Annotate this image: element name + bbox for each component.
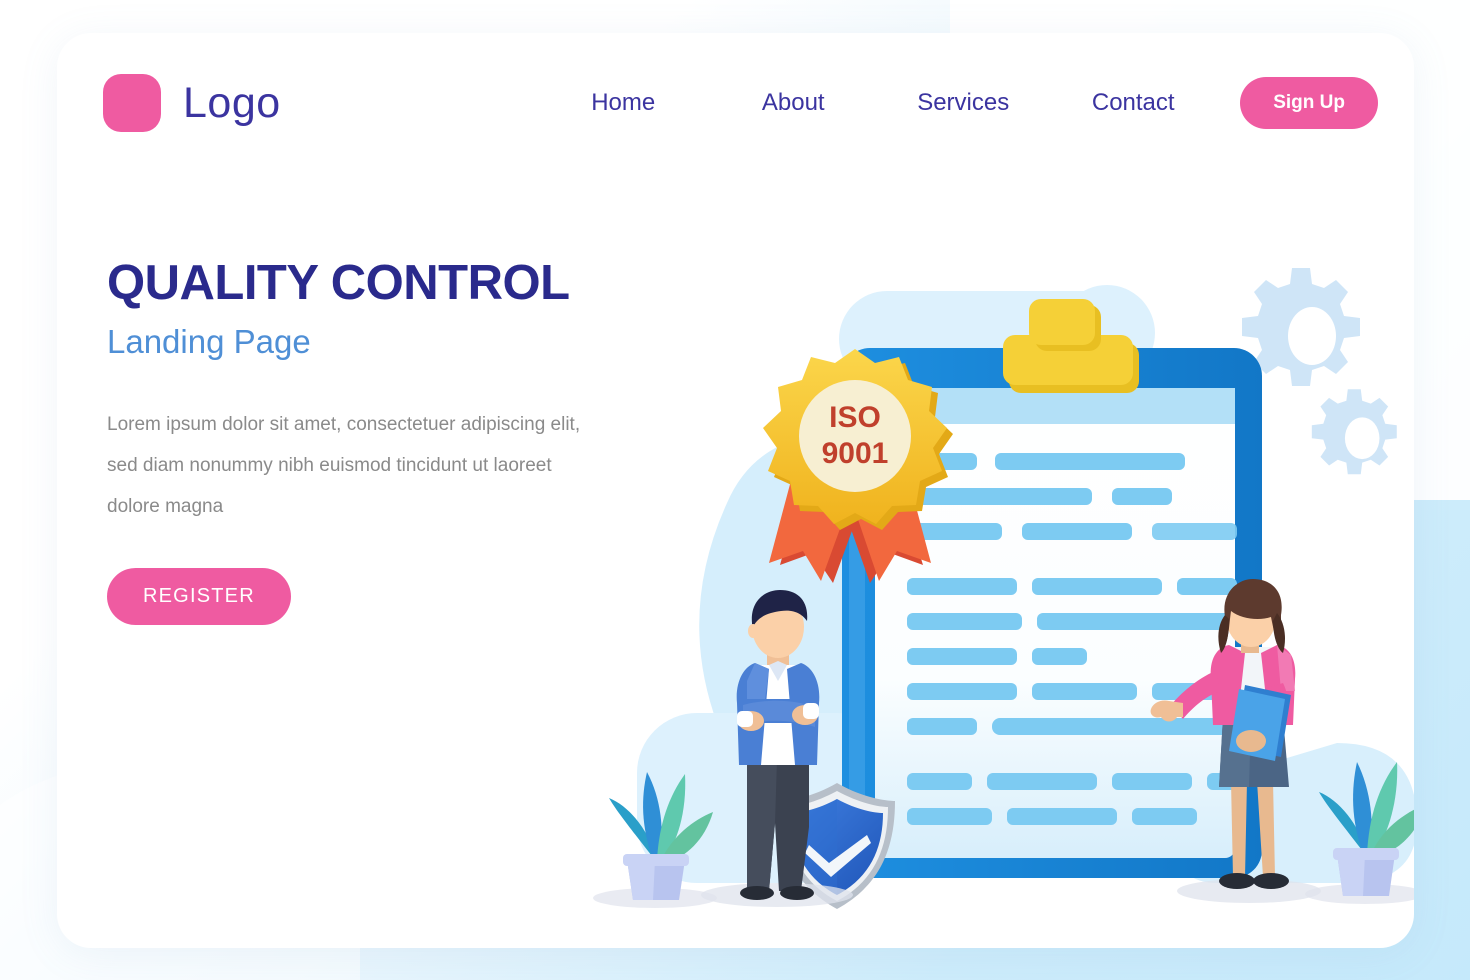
nav-link-home[interactable]: Home [538,89,708,117]
nav-link-services[interactable]: Services [878,89,1048,117]
nav-link-contact[interactable]: Contact [1048,89,1218,117]
register-button[interactable]: REGISTER [107,567,291,625]
hero-description: Lorem ipsum dolor sit amet, consectetuer… [107,414,581,518]
brand[interactable]: Logo [103,74,281,132]
badge-line-2: 9001 [822,437,889,470]
landing-page-card: Logo Home About Services Contact Sign Up… [57,33,1414,948]
sign-up-button[interactable]: Sign Up [1240,77,1378,129]
nav-link-about[interactable]: About [708,89,878,117]
logo-mark-icon [103,74,161,132]
gear-icon-small [1311,389,1397,475]
badge-line-1: ISO [829,401,881,434]
logo-text: Logo [183,78,281,127]
hero-illustration: ISO 9001 [577,183,1414,943]
main-navigation: Home About Services Contact Sign Up [538,77,1378,129]
site-header: Logo Home About Services Contact Sign Up [57,33,1414,173]
